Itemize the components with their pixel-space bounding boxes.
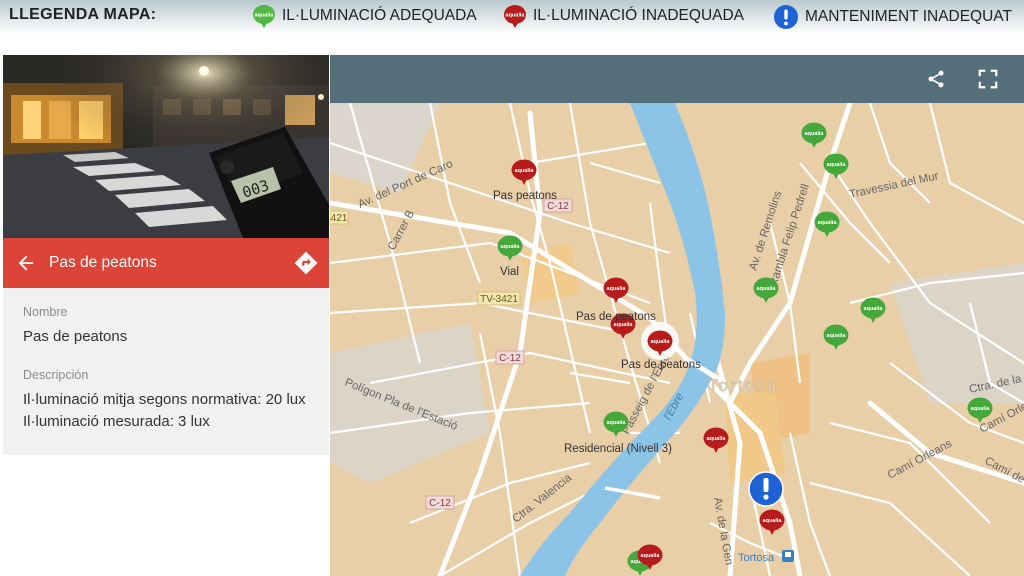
- share-button[interactable]: [922, 65, 950, 93]
- night-street-photo: 003: [3, 55, 329, 238]
- share-icon: [928, 70, 944, 88]
- legend-item-maintenance: MANTENIMENT INADEQUAT: [773, 4, 1012, 30]
- legend-item-inadequate: aqualia IL·LUMINACIÓ INADEQUADA: [503, 4, 744, 28]
- place-label-pas-de-peatons-selected: Pas de peatons: [621, 359, 701, 371]
- map-area[interactable]: aqualia aqualia: [330, 55, 1024, 576]
- back-button[interactable]: [3, 238, 49, 288]
- location-photo: 003: [3, 55, 329, 238]
- road-shield-c12: C-12: [547, 201, 569, 212]
- station-label: Tortosa: [738, 552, 775, 564]
- svg-text:aqualia: aqualia: [506, 13, 526, 19]
- road-shield-421: 421: [331, 213, 348, 224]
- map-legend: LLEGENDA MAPA: aqualia IL·LUMINACIÓ ADEQ…: [0, 0, 1024, 54]
- road-shield-tv3421: TV-3421: [480, 294, 518, 305]
- place-label-pas-de-peatons: Pas de peatons: [576, 311, 656, 323]
- legend-item-adequate: aqualia IL·LUMINACIÓ ADEQUADA: [252, 4, 477, 28]
- place-label-pas-peatons: Pas peatons: [493, 190, 557, 202]
- road-shield-c12: C-12: [499, 353, 521, 364]
- panel-title: Pas de peatons: [49, 254, 157, 271]
- road-shield-c12: C-12: [429, 498, 451, 509]
- green-marker-icon: aqualia: [253, 5, 275, 28]
- exclamation-marker-icon: [774, 5, 798, 29]
- field-value-description-1: Il·luminació mitja segons normativa: 20 …: [23, 391, 306, 408]
- legend-label-maintenance: MANTENIMENT INADEQUAT: [805, 8, 1012, 25]
- place-label-vial: Vial: [500, 266, 519, 278]
- legend-label-inadequate: IL·LUMINACIÓ INADEQUADA: [533, 7, 745, 24]
- red-marker-icon: aqualia: [504, 5, 526, 28]
- info-panel: 003 Pas de peatons Nombre Pas de peatons…: [3, 55, 329, 455]
- field-value-name: Pas de peatons: [23, 328, 128, 345]
- marker-maintenance[interactable]: [748, 471, 784, 507]
- directions-button[interactable]: [283, 238, 329, 288]
- field-label-description: Descripción: [23, 368, 89, 382]
- city-label-tortosa: Tortosa: [708, 376, 778, 395]
- svg-text:aqualia: aqualia: [255, 13, 275, 19]
- place-label-residencial: Residencial (Nivell 3): [564, 443, 672, 455]
- panel-header: Pas de peatons: [3, 238, 329, 288]
- field-value-description-2: Il·luminació mesurada: 3 lux: [23, 413, 210, 430]
- legend-label-adequate: IL·LUMINACIÓ ADEQUADA: [282, 7, 477, 24]
- map-canvas[interactable]: aqualia aqualia: [330, 103, 1024, 576]
- station-marker[interactable]: Tortosa: [738, 550, 794, 564]
- directions-icon: [294, 251, 318, 275]
- fullscreen-icon: [978, 69, 998, 89]
- field-label-name: Nombre: [23, 305, 68, 319]
- fullscreen-button[interactable]: [974, 65, 1002, 93]
- arrow-left-icon: [18, 255, 34, 271]
- panel-details: Nombre Pas de peatons Descripción Il·lum…: [23, 305, 313, 433]
- map-toolbar: [330, 55, 1024, 103]
- legend-title: LLEGENDA MAPA:: [9, 6, 157, 23]
